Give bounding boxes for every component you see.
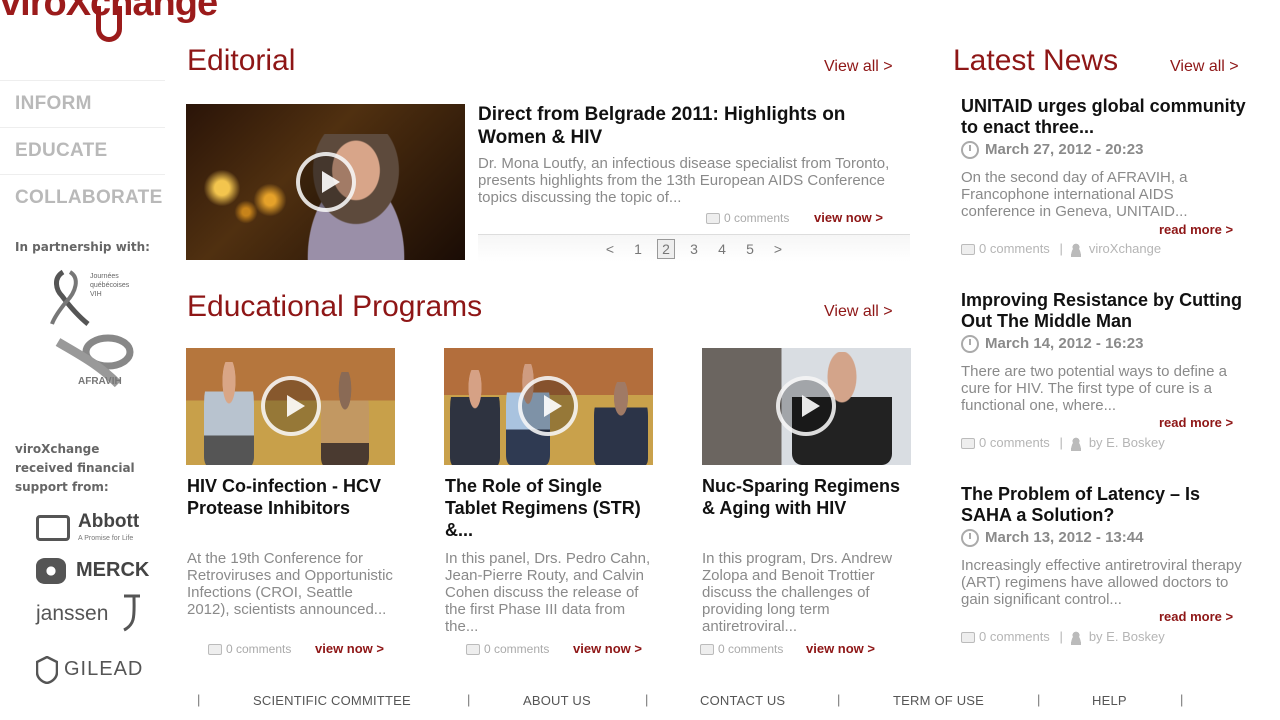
nav-item-collaborate[interactable]: COLLABORATE [0, 174, 165, 221]
editorial-comments[interactable]: 0 comments [706, 211, 789, 225]
program-view-now-link[interactable]: view now > [806, 641, 875, 656]
panelist-figure [450, 370, 500, 465]
user-icon [1068, 630, 1083, 645]
news-title[interactable]: The Problem of Latency – Is SAHA a Solut… [961, 484, 1251, 526]
jqv-logo[interactable]: Journées québécoises VIH [48, 268, 138, 328]
news-read-more-link[interactable]: read more > [1159, 415, 1233, 430]
janssen-logo[interactable]: janssen [36, 594, 146, 634]
program-video-thumbnail[interactable] [444, 348, 653, 465]
ribbon-icon: AFRAVIH [55, 334, 134, 388]
program-summary: At the 19th Conference for Retroviruses … [187, 550, 393, 618]
footer-link-term-of-use[interactable]: TERM OF USE [893, 693, 984, 708]
nav-item-educate[interactable]: EDUCATE [0, 127, 165, 174]
gilead-logo[interactable]: GILEAD [36, 654, 146, 686]
pager-page-4[interactable]: 4 [713, 240, 731, 258]
program-comments[interactable]: 0 comments [466, 642, 549, 656]
comment-icon [208, 644, 222, 656]
program-video-thumbnail[interactable] [702, 348, 911, 465]
news-summary: There are two potential ways to define a… [961, 363, 1227, 414]
gilead-icon [36, 656, 58, 684]
editorial-video-thumbnail[interactable] [186, 104, 465, 260]
news-title[interactable]: Improving Resistance by Cutting Out The … [961, 290, 1251, 332]
merck-logo[interactable]: MERCK [36, 556, 149, 586]
program-video-thumbnail[interactable] [186, 348, 395, 465]
user-icon [1068, 242, 1083, 257]
programs-view-all-link[interactable]: View all > [824, 303, 893, 321]
pager-next-button[interactable]: > [769, 240, 787, 258]
footer-link-about-us[interactable]: ABOUT US [523, 693, 591, 708]
afravih-logo[interactable]: AFRAVIH [48, 334, 138, 396]
news-date: March 27, 2012 - 20:23 [961, 141, 1143, 160]
pager-page-2-active[interactable]: 2 [657, 238, 675, 259]
logo-drop-icon [96, 6, 122, 42]
editorial-summary: Dr. Mona Loutfy, an infectious disease s… [478, 155, 890, 206]
nav-item-inform[interactable]: INFORM [0, 80, 165, 127]
play-icon[interactable] [518, 376, 578, 436]
abbott-logo[interactable]: Abbott A Promise for Life [36, 511, 146, 547]
merck-icon [36, 558, 66, 584]
footer-link-help[interactable]: HELP [1092, 693, 1127, 708]
clock-icon [961, 141, 979, 160]
pager-page-1[interactable]: 1 [629, 240, 647, 258]
panelist-figure [321, 372, 369, 465]
comment-icon [466, 644, 480, 656]
program-title[interactable]: Nuc-Sparing Regimens & Aging with HIV [702, 475, 902, 519]
news-meta: 0 comments | viroXchange [961, 241, 1161, 257]
news-date: March 14, 2012 - 16:23 [961, 335, 1143, 354]
programs-heading: Educational Programs [187, 290, 483, 323]
comment-icon [961, 244, 975, 256]
play-icon[interactable] [261, 376, 321, 436]
news-meta: 0 comments | by E. Boskey [961, 435, 1165, 451]
news-summary: On the second day of AFRAVIH, a Francoph… [961, 169, 1188, 220]
panelist-figure [594, 382, 648, 465]
program-view-now-link[interactable]: view now > [573, 641, 642, 656]
news-read-more-link[interactable]: read more > [1159, 222, 1233, 237]
svg-text:AFRAVIH: AFRAVIH [78, 376, 122, 387]
sidebar-nav: INFORM EDUCATE COLLABORATE [0, 80, 165, 221]
abbott-icon [36, 515, 70, 541]
janssen-icon [123, 594, 140, 632]
pager-page-3[interactable]: 3 [685, 240, 703, 258]
footer-nav: | SCIENTIFIC COMMITTEE | ABOUT US | CONT… [197, 692, 1184, 708]
sponsors-label: viroXchange received financial support f… [15, 442, 135, 494]
program-view-now-link[interactable]: view now > [315, 641, 384, 656]
program-comments[interactable]: 0 comments [700, 642, 783, 656]
play-icon[interactable] [296, 152, 356, 212]
clock-icon [961, 335, 979, 354]
news-title[interactable]: UNITAID urges global community to enact … [961, 96, 1251, 138]
comment-icon [700, 644, 714, 656]
news-summary: Increasingly effective antiretroviral th… [961, 557, 1242, 608]
program-comments[interactable]: 0 comments [208, 642, 291, 656]
editorial-view-all-link[interactable]: View all > [824, 58, 893, 76]
pager-page-5[interactable]: 5 [741, 240, 759, 258]
program-title[interactable]: The Role of Single Tablet Regimens (STR)… [445, 475, 645, 541]
svg-text:VIH: VIH [90, 291, 102, 298]
pager-prev-button[interactable]: < [601, 240, 619, 258]
program-summary: In this panel, Drs. Pedro Cahn, Jean-Pie… [445, 550, 651, 635]
news-heading: Latest News [953, 44, 1119, 77]
panelist-figure [204, 362, 254, 465]
footer-link-scientific-committee[interactable]: SCIENTIFIC COMMITTEE [253, 693, 411, 708]
program-title[interactable]: HIV Co-infection - HCV Protease Inhibito… [187, 475, 387, 519]
clock-icon [961, 529, 979, 548]
svg-text:Journées: Journées [90, 273, 119, 280]
user-icon [1068, 436, 1083, 451]
svg-text:québécoises: québécoises [90, 282, 130, 289]
editorial-title[interactable]: Direct from Belgrade 2011: Highlights on… [478, 103, 908, 149]
ribbon-icon: Journées québécoises VIH [50, 269, 130, 326]
editorial-view-now-link[interactable]: view now > [814, 210, 883, 225]
news-view-all-link[interactable]: View all > [1170, 58, 1239, 76]
comment-icon [961, 632, 975, 644]
footer-link-contact-us[interactable]: CONTACT US [700, 693, 785, 708]
comment-icon [961, 438, 975, 450]
news-date: March 13, 2012 - 13:44 [961, 529, 1143, 548]
news-meta: 0 comments | by E. Boskey [961, 629, 1165, 645]
editorial-heading: Editorial [187, 44, 296, 77]
program-summary: In this program, Drs. Andrew Zolopa and … [702, 550, 893, 635]
editorial-pager: < 1 2 3 4 5 > [478, 234, 910, 262]
news-read-more-link[interactable]: read more > [1159, 609, 1233, 624]
play-icon[interactable] [776, 376, 836, 436]
partners-label: In partnership with: [15, 240, 150, 254]
comment-icon [706, 213, 720, 225]
